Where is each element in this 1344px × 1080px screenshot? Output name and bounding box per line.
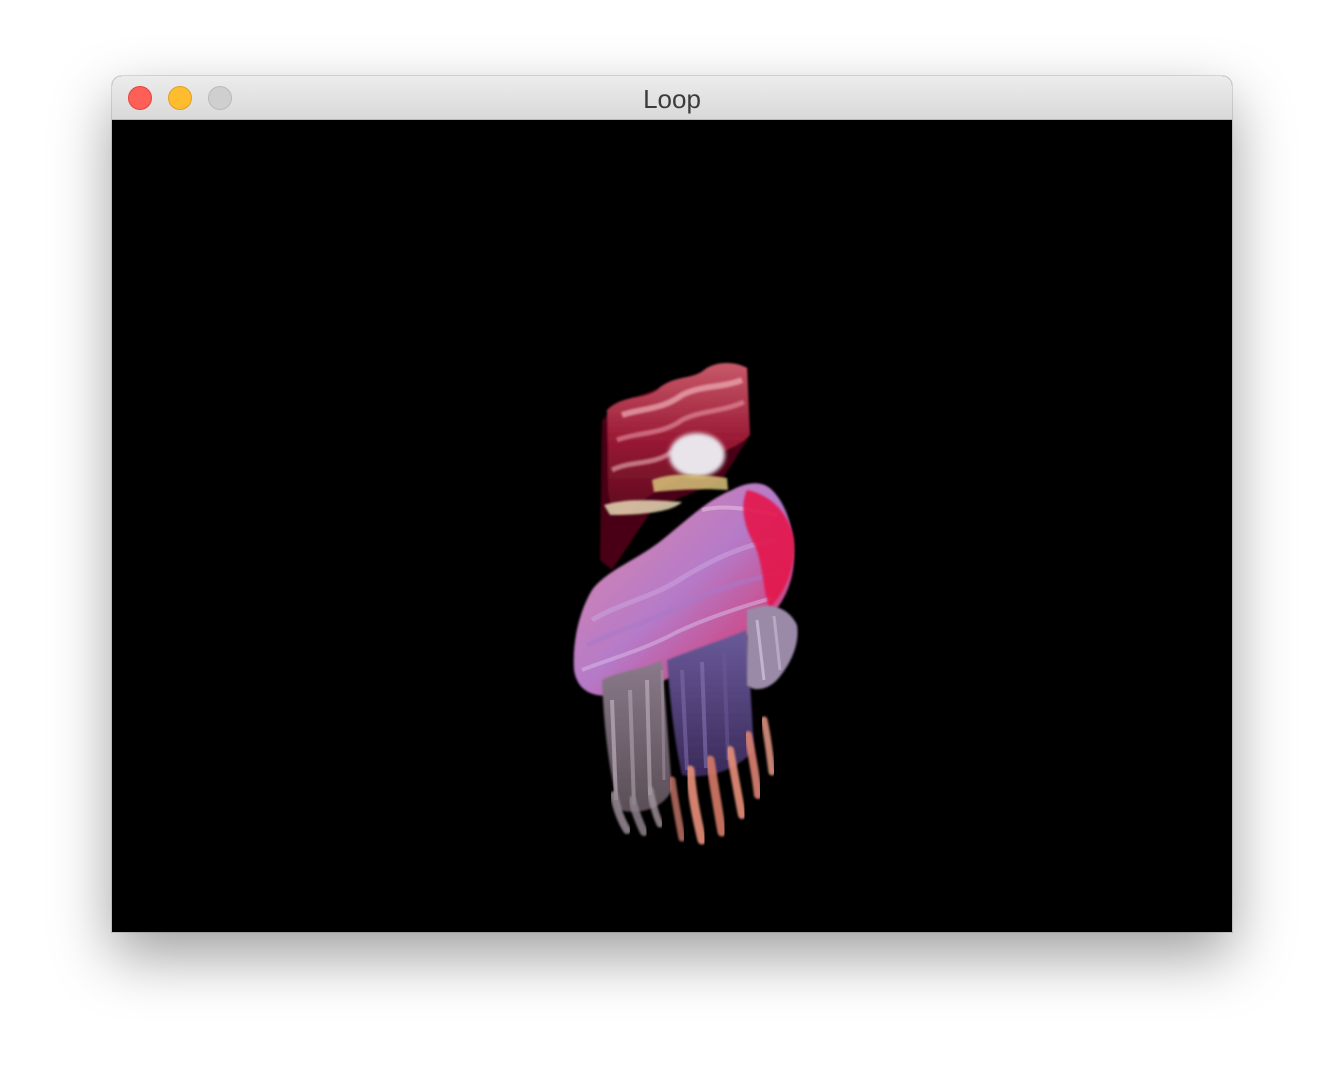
app-window: Loop [112,76,1232,932]
glitch-artwork-image [573,363,798,845]
title-bar[interactable]: Loop [112,76,1232,120]
window-title: Loop [643,84,701,114]
render-canvas [112,120,1232,932]
